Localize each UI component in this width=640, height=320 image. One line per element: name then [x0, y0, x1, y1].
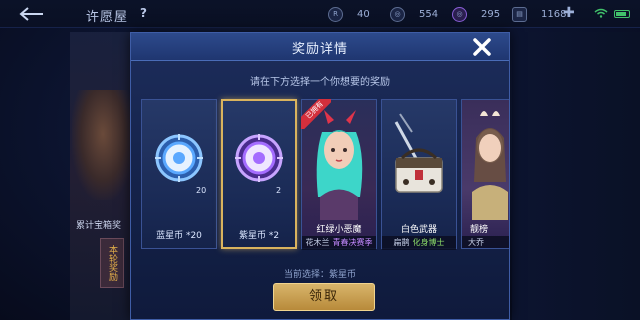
reward-card-count: 20 [196, 186, 207, 195]
claim-button[interactable]: 领取 [273, 283, 375, 311]
currency-purple-coin-value: 295 [481, 8, 501, 20]
background-chest-label: 累计宝箱奖 [76, 221, 122, 231]
reward-card-name: 蓝星币 *20 [156, 231, 202, 241]
reward-card-blue-star-coin[interactable]: 20 蓝星币 *20 [141, 99, 217, 249]
background-panel-right [512, 32, 640, 320]
reward-card-purple-star-coin[interactable]: 2 紫星币 *2 [221, 99, 297, 249]
owned-badge: 已拥有 [301, 99, 331, 129]
hero-name: 花木兰 [305, 238, 330, 247]
reward-card-name: 白色武器 [400, 225, 437, 235]
current-selection-text: 当前选择：紫星币 [283, 270, 356, 280]
reward-card-name: 靓榜 [470, 225, 489, 235]
reward-card-name: 紫星币 *2 [238, 231, 280, 241]
hero-portrait-daqiao [472, 111, 508, 220]
medal-icon: R [328, 6, 343, 22]
back-arrow-icon [19, 7, 43, 21]
background-round-reward-tag: 本轮奖励 [100, 238, 124, 288]
weapon-bag-icon [394, 113, 443, 193]
purple-coin-icon: ◎ [452, 6, 467, 22]
close-icon [473, 38, 491, 56]
reward-card-hero: 扁鹊 化身博士 [382, 236, 456, 250]
currency-star-coin-value: 554 [419, 8, 439, 20]
top-bar: 许愿屋 ? R 40 ◎ 554 ◎ 295 ▤ 1168 ✚ [0, 0, 640, 28]
skin-series-tag: 化身博士 [412, 238, 445, 247]
ticket-icon: ▤ [512, 6, 527, 22]
wifi-icon [594, 8, 608, 18]
add-currency-icon[interactable]: ✚ [563, 5, 575, 21]
reward-card-hero: 大乔 [462, 236, 509, 248]
reward-details-dialog: 奖励详情 请在下方选择一个你想要的奖励 20 蓝星币 *20 2 紫星币 *2 [130, 32, 510, 320]
help-button[interactable]: ? [140, 6, 147, 20]
close-button[interactable] [469, 35, 495, 59]
currency-medal: R 40 [328, 5, 370, 23]
purple-star-coin-icon [235, 134, 283, 182]
background-hero-figure [72, 90, 134, 200]
reward-card-count: 2 [276, 186, 282, 195]
star-coin-icon: ◎ [390, 6, 405, 22]
reward-card-skin-partial[interactable]: 靓榜 大乔 [461, 99, 509, 249]
dialog-header: 奖励详情 [131, 33, 509, 61]
reward-card-hero: 花木兰 青春决赛季 [302, 236, 376, 250]
blue-star-coin-icon [155, 134, 203, 182]
currency-star-coin: ◎ 554 [390, 5, 438, 23]
page-title: 许愿屋 [86, 10, 129, 25]
currency-purple-coin: ◎ 295 [452, 5, 500, 23]
currency-ticket: ▤ 1168 [512, 5, 566, 23]
reward-card-name: 红绿小恶魔 [316, 225, 362, 235]
back-button[interactable] [18, 5, 46, 23]
dialog-title: 奖励详情 [291, 42, 348, 57]
hero-name: 扁鹊 [393, 238, 410, 247]
reward-card-skin-red-green-devil[interactable]: 已拥有 红绿小恶魔 花木兰 青春决赛季 [301, 99, 377, 250]
currency-medal-value: 40 [357, 8, 370, 20]
hero-name: 大乔 [468, 238, 484, 247]
reward-card-skin-white-weapon[interactable]: 白色武器 扁鹊 化身博士 [381, 99, 457, 250]
skin-series-tag: 青春决赛季 [332, 238, 373, 247]
battery-icon [614, 10, 630, 18]
instruction-text: 请在下方选择一个你想要的奖励 [250, 77, 390, 88]
